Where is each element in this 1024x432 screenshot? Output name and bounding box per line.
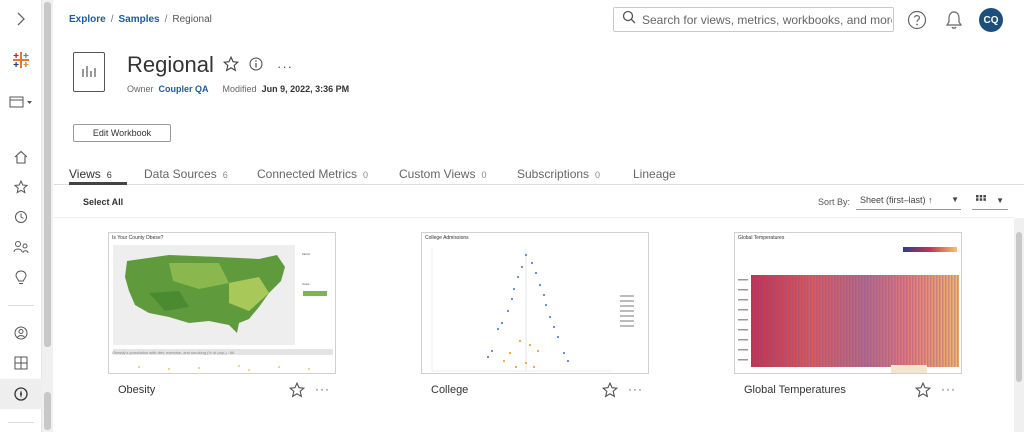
sort-by-value: Sheet (first–last) ↑ bbox=[860, 195, 933, 205]
sidebar-divider-bottom bbox=[8, 422, 34, 423]
favorite-star-icon[interactable] bbox=[288, 381, 306, 403]
tab-count: 0 bbox=[363, 170, 369, 180]
tab-label: Subscriptions bbox=[517, 167, 590, 181]
tab-connected-metrics[interactable]: Connected Metrics 0 bbox=[257, 167, 368, 181]
owner-label: Owner bbox=[127, 84, 154, 94]
content-scrollbar-thumb[interactable] bbox=[1016, 232, 1022, 382]
tableau-logo-icon[interactable] bbox=[0, 45, 42, 75]
recents-history-icon[interactable] bbox=[0, 202, 42, 232]
more-actions-icon[interactable]: ··· bbox=[628, 382, 643, 396]
thumbnail-caption: Obesity's correlation with diet, exercis… bbox=[112, 350, 235, 355]
tab-count: 0 bbox=[595, 170, 601, 180]
tab-label: Data Sources bbox=[144, 167, 217, 181]
search-box[interactable] bbox=[613, 7, 894, 32]
tab-views[interactable]: Views 6 bbox=[69, 167, 112, 181]
user-avatar[interactable]: CQ bbox=[979, 8, 1003, 32]
edit-workbook-button[interactable]: Edit Workbook bbox=[73, 124, 171, 142]
sidebar-scrollbar-thumb-lower[interactable] bbox=[44, 392, 51, 430]
more-actions-icon[interactable]: ··· bbox=[277, 59, 293, 74]
tab-label: Custom Views bbox=[399, 167, 476, 181]
tab-subscriptions[interactable]: Subscriptions 0 bbox=[517, 167, 600, 181]
views-toolbar: Select All Sort By: Sheet (first–last) ↑… bbox=[54, 186, 1014, 218]
workbook-icon bbox=[73, 52, 105, 92]
college-scatter-graphic bbox=[431, 247, 634, 372]
sidebar-scrollbar-thumb[interactable] bbox=[44, 2, 51, 347]
view-card-obesity: Is Your County Obese? Metric Scale Obesi… bbox=[108, 232, 336, 398]
explore-compass-icon[interactable] bbox=[0, 379, 42, 409]
more-actions-icon[interactable]: ··· bbox=[315, 382, 330, 396]
modified-label: Modified bbox=[222, 84, 257, 94]
left-sidebar bbox=[0, 0, 42, 432]
recommendations-lightbulb-icon[interactable] bbox=[0, 262, 42, 292]
tab-custom-views[interactable]: Custom Views 0 bbox=[399, 167, 487, 181]
more-actions-icon[interactable]: ··· bbox=[941, 382, 956, 396]
view-name[interactable]: College bbox=[431, 384, 468, 396]
view-thumbnail-college[interactable]: College Admissions bbox=[421, 232, 649, 374]
view-name[interactable]: Global Temperatures bbox=[744, 384, 846, 396]
search-input[interactable] bbox=[642, 12, 892, 27]
help-icon[interactable] bbox=[906, 9, 928, 31]
tab-count: 6 bbox=[106, 170, 112, 180]
site-switcher-icon[interactable] bbox=[0, 87, 42, 117]
chevron-down-icon: ▼ bbox=[996, 196, 1004, 205]
svg-text:Scale: Scale bbox=[302, 282, 310, 286]
chevron-down-icon: ▼ bbox=[951, 195, 959, 204]
content-scrollbar[interactable] bbox=[1014, 218, 1024, 432]
view-mode-dropdown[interactable]: ▼ bbox=[972, 192, 1008, 210]
home-icon[interactable] bbox=[0, 142, 42, 172]
favorite-star-icon[interactable] bbox=[914, 381, 932, 403]
favorites-star-icon[interactable] bbox=[0, 172, 42, 202]
sort-by-dropdown[interactable]: Sheet (first–last) ↑ ▼ bbox=[856, 192, 961, 210]
select-all-button[interactable]: Select All bbox=[83, 197, 123, 207]
view-thumbnail-obesity[interactable]: Is Your County Obese? Metric Scale Obesi… bbox=[108, 232, 336, 374]
owner-link[interactable]: Coupler QA bbox=[159, 84, 209, 94]
expand-chevron-icon[interactable] bbox=[0, 4, 42, 34]
workbook-meta: Owner Coupler QA Modified Jun 9, 2022, 3:36… bbox=[127, 84, 349, 94]
tab-lineage[interactable]: Lineage bbox=[633, 167, 676, 181]
shared-with-me-icon[interactable] bbox=[0, 232, 42, 262]
tab-count: 0 bbox=[481, 170, 487, 180]
sidebar-scrollbar[interactable] bbox=[42, 0, 53, 432]
view-card-global-temperatures: Global Temperatures Global Temperatures … bbox=[734, 232, 962, 398]
temperature-heatmap-graphic bbox=[738, 247, 959, 373]
breadcrumb-explore[interactable]: Explore bbox=[69, 14, 106, 25]
breadcrumb-samples[interactable]: Samples bbox=[118, 14, 159, 25]
title-actions: ··· bbox=[222, 55, 293, 77]
collections-icon[interactable] bbox=[0, 348, 42, 378]
notifications-bell-icon[interactable] bbox=[943, 9, 965, 31]
info-icon[interactable] bbox=[249, 57, 263, 76]
view-thumbnail-global-temperatures[interactable]: Global Temperatures bbox=[734, 232, 962, 374]
active-tab-indicator bbox=[69, 182, 127, 185]
svg-text:Metric: Metric bbox=[302, 252, 311, 256]
personal-space-icon[interactable] bbox=[0, 318, 42, 348]
tab-label: Connected Metrics bbox=[257, 167, 358, 181]
breadcrumb-current: Regional bbox=[172, 14, 212, 25]
search-icon bbox=[622, 10, 636, 29]
view-card-college: College Admissions College ··· bbox=[421, 232, 649, 398]
tab-label: Lineage bbox=[633, 167, 676, 181]
page-title: Regional bbox=[127, 52, 214, 77]
breadcrumb: Explore / Samples / Regional bbox=[69, 14, 212, 25]
tab-data-sources[interactable]: Data Sources 6 bbox=[144, 167, 228, 181]
tab-count: 6 bbox=[222, 170, 228, 180]
sort-by-label: Sort By: bbox=[818, 197, 851, 207]
favorite-star-icon[interactable] bbox=[601, 381, 619, 403]
grid-view-icon bbox=[976, 195, 986, 206]
view-name[interactable]: Obesity bbox=[118, 384, 155, 396]
favorite-star-icon[interactable] bbox=[222, 55, 240, 77]
sidebar-divider bbox=[8, 305, 34, 306]
tab-label: Views bbox=[69, 167, 101, 181]
modified-date: Jun 9, 2022, 3:36 PM bbox=[261, 84, 350, 94]
tab-bar: Views 6 Data Sources 6 Connected Metrics 0 … bbox=[54, 160, 1024, 185]
